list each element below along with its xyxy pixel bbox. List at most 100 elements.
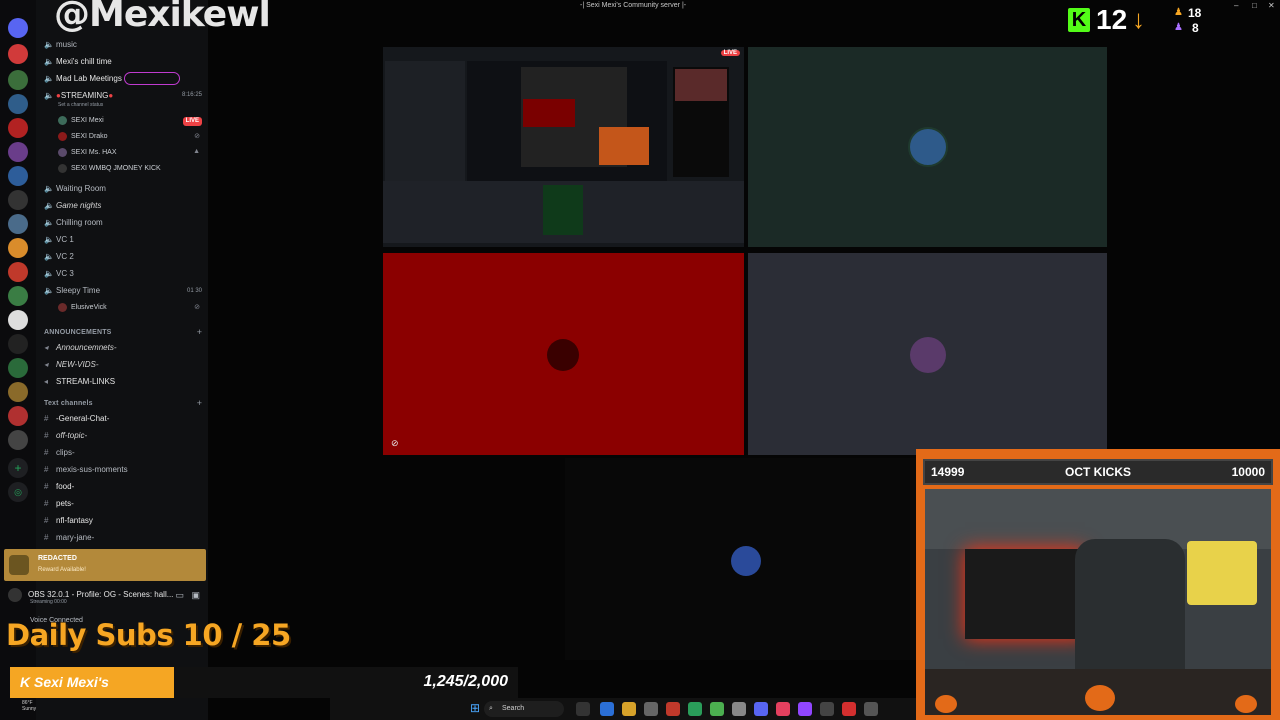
app-icon[interactable] [576, 702, 590, 716]
user-limit: 01 30 [186, 288, 202, 294]
video-tile[interactable]: ⊘ [383, 253, 744, 455]
text-channel[interactable]: # pets- [44, 496, 74, 512]
server-icon[interactable] [8, 214, 28, 234]
app-icon[interactable] [776, 702, 790, 716]
avatar [58, 115, 67, 125]
kick-logo-icon: K [20, 674, 34, 690]
server-icon[interactable] [8, 44, 28, 64]
maximize-icon[interactable]: □ [1252, 1, 1257, 10]
voice-channel[interactable]: 🔈 Mad Lab Meetings [44, 71, 122, 87]
server-icon[interactable] [8, 70, 28, 90]
voice-member[interactable]: SEXI Ms. HAX [58, 146, 117, 160]
text-channel[interactable]: # -General-Chat- [44, 411, 109, 427]
gift-icon[interactable]: ▣ [191, 590, 200, 601]
server-icon[interactable] [8, 166, 28, 186]
arrow-down-icon: ↓ [1132, 4, 1145, 34]
video-tile[interactable] [748, 47, 1107, 247]
megaphone-icon: ◂ [44, 360, 49, 369]
category-header[interactable]: Text channels [44, 400, 93, 407]
folder-icon[interactable] [622, 702, 636, 716]
app-icon[interactable] [864, 702, 878, 716]
app-icon[interactable] [798, 702, 812, 716]
voice-channel[interactable]: 🔈 Mexi's chill time [44, 54, 112, 70]
person-icon: ♟ [1174, 7, 1183, 18]
hash-icon: # [44, 533, 49, 542]
voice-channel[interactable]: 🔈 music [44, 37, 77, 53]
server-icon[interactable] [8, 94, 28, 114]
windows-start-icon[interactable]: ⊞ [470, 702, 482, 714]
text-channel[interactable]: # clips- [44, 445, 75, 461]
voice-channel[interactable]: 🔈 VC 1 [44, 232, 74, 248]
voice-member[interactable]: SEXI Mexi [58, 114, 104, 128]
voice-member[interactable]: SEXI Drako [58, 130, 108, 144]
text-channel[interactable]: # mexis-sus-moments [44, 462, 128, 478]
discord-icon[interactable] [754, 702, 768, 716]
text-channel[interactable]: # off-topic- [44, 428, 87, 444]
text-channel[interactable]: # food- [44, 479, 74, 495]
app-icon[interactable] [688, 702, 702, 716]
chrome-icon[interactable] [710, 702, 724, 716]
search-icon: ⌕ [489, 705, 493, 712]
server-icon[interactable] [8, 286, 28, 306]
voice-channel[interactable]: 🔈 Sleepy Time [44, 283, 100, 299]
category-header[interactable]: ANNOUNCEMENTS [44, 329, 112, 336]
app-icon[interactable] [842, 702, 856, 716]
preview-red-tile [523, 99, 575, 127]
voice-channel[interactable]: 🔈 VC 2 [44, 249, 74, 265]
server-icon[interactable] [8, 358, 28, 378]
voice-member[interactable]: ElusiveVick [58, 301, 107, 315]
server-icon[interactable] [8, 190, 28, 210]
preview-chat-panel [385, 61, 465, 181]
voice-channel[interactable]: 🔈 VC 3 [44, 266, 74, 282]
viewer-count: 8 [1192, 21, 1199, 35]
hash-icon: # [44, 465, 49, 474]
voice-channel[interactable]: 🔈 Chilling room [44, 215, 103, 231]
text-channel[interactable]: # mary-jane- [44, 530, 94, 546]
preview-green-panel [543, 185, 583, 235]
server-icon[interactable] [8, 310, 28, 330]
server-icon[interactable] [8, 382, 28, 402]
server-icon[interactable] [8, 142, 28, 162]
channel-status[interactable]: Set a channel status [58, 102, 103, 108]
video-tile[interactable] [565, 458, 917, 660]
server-icon[interactable] [8, 262, 28, 282]
voice-channel[interactable]: 🔈 Waiting Room [44, 181, 106, 197]
app-icon[interactable] [600, 702, 614, 716]
close-icon[interactable]: ✕ [1268, 1, 1275, 10]
add-channel-icon[interactable]: + [197, 327, 202, 337]
server-icon[interactable] [8, 406, 28, 426]
discover-icon[interactable]: ◎ [8, 482, 28, 502]
minimize-icon[interactable]: – [1234, 1, 1238, 10]
server-icon[interactable] [8, 334, 28, 354]
discord-home-icon[interactable] [8, 18, 28, 38]
speaker-icon: 🔈 [44, 91, 54, 100]
server-icon[interactable] [8, 238, 28, 258]
server-icon[interactable] [8, 118, 28, 138]
text-channel[interactable]: # nfl-fantasy [44, 513, 93, 529]
announcement-channel[interactable]: ◂ STREAM-LINKS [44, 374, 115, 390]
desk [965, 549, 1085, 639]
obs-icon[interactable] [820, 702, 834, 716]
hash-icon: # [44, 414, 49, 423]
video-tile[interactable] [748, 253, 1107, 455]
announcement-channel[interactable]: ◂ Announcemnets- [44, 340, 116, 356]
screen-share-icon[interactable]: ▭ [175, 590, 184, 601]
speaker-icon: 🔈 [44, 57, 54, 66]
screen-share-tile[interactable]: LIVE [383, 47, 744, 247]
avatar [547, 339, 579, 371]
add-server-icon[interactable]: + [8, 458, 28, 478]
weather-widget[interactable]: 86°F Sunny [22, 700, 36, 712]
voice-member[interactable]: SEXI WMBQ JMONEY KICK [58, 162, 161, 176]
add-channel-icon[interactable]: + [197, 398, 202, 408]
kick-follower-counter: K 12 ↓ [1066, 2, 1156, 36]
voice-channel[interactable]: 🔈 Game nights [44, 198, 101, 214]
activity-row[interactable]: OBS 32.0.1 - Profile: OG - Scenes: hall.… [8, 588, 206, 608]
speaker-icon: 🔈 [44, 269, 54, 278]
app-icon[interactable] [666, 702, 680, 716]
taskbar-search[interactable]: ⌕ Search [484, 701, 564, 717]
announcement-channel[interactable]: ◂ NEW-VIDS- [44, 357, 99, 373]
app-icon[interactable] [644, 702, 658, 716]
reward-card[interactable]: REDACTED Reward Available! [4, 549, 206, 581]
app-icon[interactable] [732, 702, 746, 716]
server-icon[interactable] [8, 430, 28, 450]
